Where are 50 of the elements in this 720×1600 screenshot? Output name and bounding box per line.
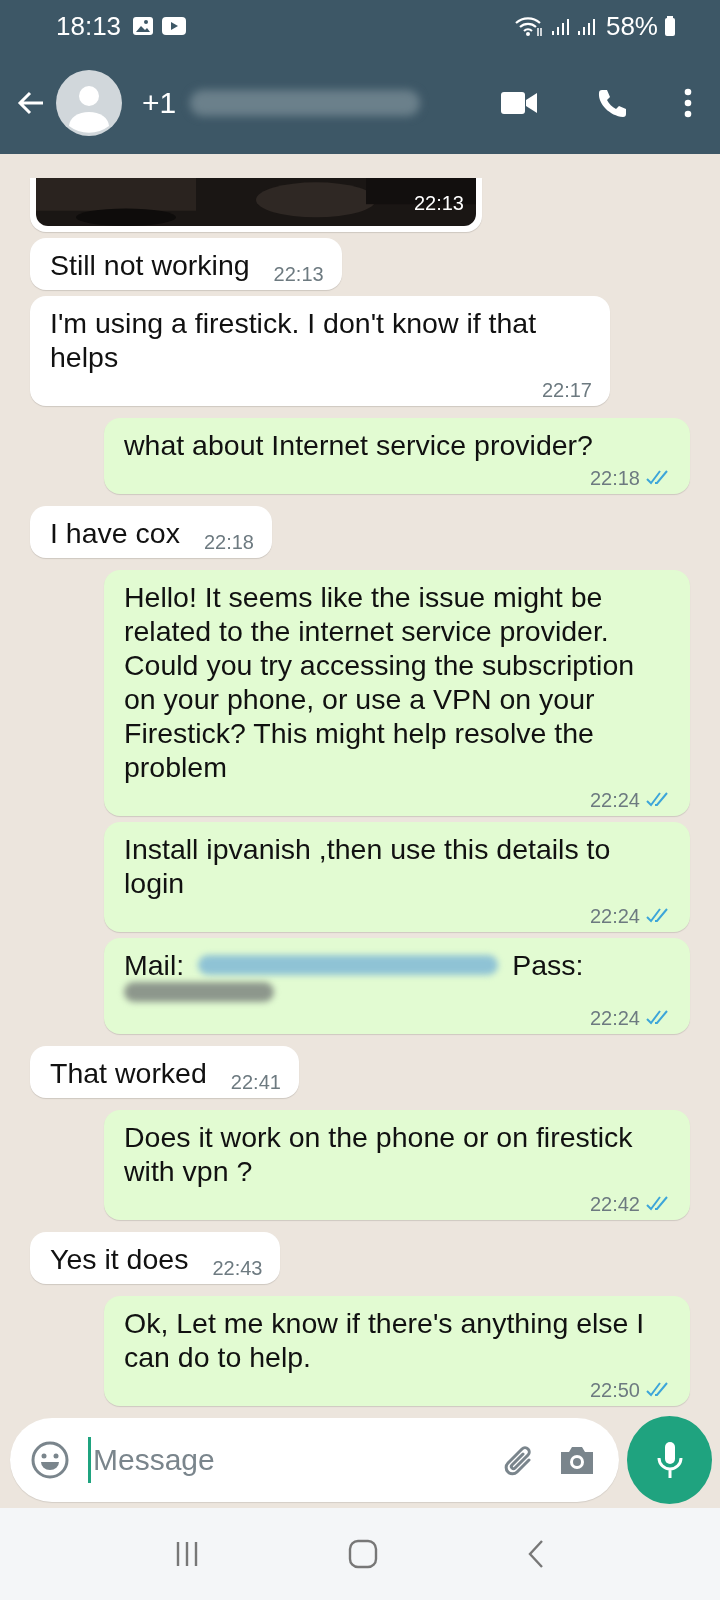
video-call-icon[interactable] [500, 90, 538, 116]
battery-icon [664, 15, 676, 37]
message-text: Yes it does [50, 1242, 189, 1276]
message-time: 22:41 [230, 1070, 281, 1094]
message-time: 22:13 [413, 191, 464, 216]
message-time: 22:24 [589, 1006, 640, 1030]
sent-message-bubble[interactable]: Install ipvanish ,then use this details to login 22:24 [104, 822, 690, 932]
image-message[interactable]: 22:13 [30, 178, 482, 232]
message-time: 22:13 [273, 262, 324, 286]
message-text: Does it work on the phone or on firestick with vpn ? [124, 1120, 634, 1188]
received-message-bubble[interactable]: I'm using a firestick. I don't know if that helps 22:17 [30, 296, 610, 406]
home-icon[interactable] [347, 1538, 379, 1570]
message-text: Mail: [124, 948, 185, 982]
message-time: 22:42 [589, 1192, 640, 1216]
message-text: That worked [50, 1056, 207, 1090]
sent-message-bubble[interactable] [104, 570, 690, 816]
message-text: what about Internet service provider? [124, 428, 593, 462]
message-text: Hello! It seems like the issue might be related to the internet service provider. Could you try accessing the subscription on your phone, or use a VPN on your Firestick? This might help resolve the problem [124, 580, 636, 784]
received-message-bubble[interactable]: I have cox 22:18 [30, 506, 272, 558]
battery-percent: 58% [605, 10, 658, 42]
message-time: 22:18 [589, 466, 640, 490]
contact-name[interactable]: +1 [142, 86, 177, 120]
message-text: I'm using a firestick. I don't know if that helps [50, 306, 538, 374]
message-time: 22:43 [212, 1256, 263, 1280]
avatar-icon[interactable] [56, 70, 122, 136]
received-message-bubble[interactable]: Yes it does 22:43 [30, 1232, 281, 1284]
received-message-bubble[interactable]: Still not working 22:13 [30, 238, 342, 290]
message-text: Pass: [512, 948, 584, 982]
message-time: 22:24 [589, 904, 640, 928]
sent-message-bubble[interactable]: Ok, Let me know if there's anything else I can do to help. 22:50 [104, 1296, 690, 1406]
gallery-icon [131, 14, 156, 38]
phone-icon[interactable] [596, 88, 626, 118]
message-text: Install ipvanish ,then use this details to login [124, 832, 612, 900]
wifi-icon [513, 14, 544, 38]
more-options-icon[interactable] [684, 88, 692, 118]
message-text: Ok, Let me know if there's anything else I can do to help. [124, 1306, 646, 1374]
message-time: 22:50 [589, 1378, 640, 1402]
message-text: I have cox [50, 516, 180, 550]
sent-message-bubble[interactable]: Does it work on the phone or on firestick with vpn ? 22:42 [104, 1110, 690, 1220]
message-time: 22:17 [541, 378, 592, 402]
received-message-bubble[interactable]: That worked 22:41 [30, 1046, 299, 1098]
sent-message-bubble[interactable]: what about Internet service provider? 22:18 [104, 418, 690, 494]
video-play-icon [161, 15, 188, 37]
message-time: 22:24 [589, 788, 640, 812]
emoji-icon[interactable] [30, 1440, 70, 1480]
message-field[interactable]: Message [10, 1418, 619, 1502]
message-text: Still not working [50, 248, 250, 282]
clock-time: 18:13 [56, 10, 122, 42]
sent-message-bubble[interactable]: Mail: Pass: 22:24 [104, 938, 690, 1034]
message-time: 22:18 [203, 530, 254, 554]
